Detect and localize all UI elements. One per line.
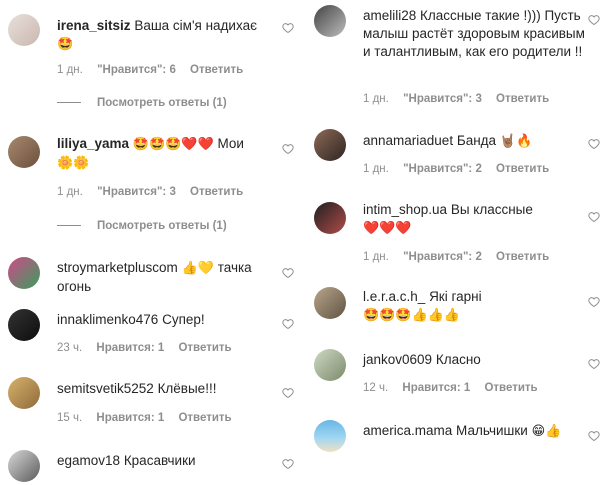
username[interactable]: l.e.r.a.c.h_ <box>363 289 425 304</box>
comment-item: irena_sitsiz Ваша сім'я надихає 🤩 1 дн. … <box>0 0 306 115</box>
emoji: 🤘🏽🔥 <box>499 134 533 149</box>
comment-item: annamariaduet Банда 🤘🏽🔥 1 дн. "Нравится"… <box>306 124 612 184</box>
comment-text: Вы классные <box>450 202 533 217</box>
comment-time[interactable]: 1 дн. <box>363 163 389 175</box>
comment-likes[interactable]: "Нравится": 3 <box>97 186 176 198</box>
comment-item: egamov18 Красавчики <box>0 446 306 485</box>
username[interactable]: intim_shop.ua <box>363 202 447 217</box>
comment-item: jankov0609 Класно 12 ч. Нравится: 1 Отве… <box>306 343 612 403</box>
avatar[interactable] <box>314 129 346 161</box>
comment-text: Супер! <box>162 312 205 327</box>
reply-button[interactable]: Ответить <box>190 186 243 198</box>
username[interactable]: innaklimenko476 <box>57 312 158 327</box>
avatar[interactable] <box>8 257 40 289</box>
comment-likes[interactable]: Нравится: 1 <box>96 412 164 424</box>
divider <box>57 102 81 104</box>
heart-outline-icon[interactable] <box>588 14 600 26</box>
comment-likes[interactable]: "Нравится": 3 <box>403 93 482 105</box>
avatar[interactable] <box>8 377 40 409</box>
view-replies-button[interactable]: Посмотреть ответы (1) <box>57 220 227 232</box>
comment-text: Клёвые!!! <box>157 381 217 396</box>
comment-item: america.mama Мальчишки 😁👍 <box>306 414 612 485</box>
comments-column-right: amelili28 Классные такие !))) Пусть малы… <box>306 0 612 485</box>
comment-likes[interactable]: "Нравится": 6 <box>97 64 176 76</box>
avatar[interactable] <box>314 420 346 452</box>
emoji: 🤩 <box>57 37 74 52</box>
comment-text: Які гарні <box>429 289 482 304</box>
comment-text: Класно <box>435 352 481 367</box>
avatar[interactable] <box>314 349 346 381</box>
comment-item: stroymarketplus­com 👍💛 тачка огонь <box>0 250 306 300</box>
comment-likes[interactable]: Нравится: 1 <box>402 382 470 394</box>
avatar[interactable] <box>8 450 40 482</box>
emoji: 🌼🌼 <box>57 156 90 171</box>
heart-outline-icon[interactable] <box>588 358 600 370</box>
comment-item: innaklimenko476 Супер! 23 ч. Нравится: 1… <box>0 303 306 363</box>
comment-text: Ваша сім'я надихає <box>134 18 257 33</box>
comment-likes[interactable]: "Нравится": 2 <box>403 163 482 175</box>
heart-outline-icon[interactable] <box>282 267 294 279</box>
emoji: 🤩🤩🤩❤️❤️ <box>132 137 214 152</box>
avatar[interactable] <box>314 287 346 319</box>
avatar[interactable] <box>8 309 40 341</box>
username[interactable]: stroymarketplus­com <box>57 260 178 275</box>
comment-text: Банда <box>456 133 500 148</box>
heart-outline-icon[interactable] <box>588 211 600 223</box>
comment-time[interactable]: 1 дн. <box>363 251 389 263</box>
comments-column-left: irena_sitsiz Ваша сім'я надихає 🤩 1 дн. … <box>0 0 306 485</box>
comment-time[interactable]: 1 дн. <box>57 186 83 198</box>
avatar[interactable] <box>314 202 346 234</box>
heart-outline-icon[interactable] <box>282 22 294 34</box>
comment-item: amelili28 Классные такие !))) Пусть малы… <box>306 0 612 115</box>
username[interactable]: america.mama <box>363 423 452 438</box>
username[interactable]: egamov18 <box>57 453 120 468</box>
heart-outline-icon[interactable] <box>282 458 294 470</box>
heart-outline-icon[interactable] <box>588 430 600 442</box>
comment-item: l.e.r.a.c.h_ Які гарні 🤩🤩🤩👍👍👍 <box>306 282 612 337</box>
emoji: 🤩🤩🤩👍👍👍 <box>363 308 461 323</box>
comment-time[interactable]: 12 ч. <box>363 382 388 394</box>
emoji: 😁👍 <box>531 424 562 439</box>
divider <box>57 225 81 227</box>
username[interactable]: liliya_yama <box>57 136 129 151</box>
reply-button[interactable]: Ответить <box>496 251 549 263</box>
view-replies-button[interactable]: Посмотреть ответы (1) <box>57 97 227 109</box>
heart-outline-icon[interactable] <box>282 318 294 330</box>
comment-text: Красавчики <box>123 453 196 468</box>
comment-item: semitsvetik5252 Клёвые!!! 15 ч. Нравится… <box>0 372 306 432</box>
reply-button[interactable]: Ответить <box>178 342 231 354</box>
comment-item: intim_shop.ua Вы классные ❤️❤️❤️ 1 дн. "… <box>306 197 612 272</box>
reply-button[interactable]: Ответить <box>484 382 537 394</box>
reply-button[interactable]: Ответить <box>190 64 243 76</box>
avatar[interactable] <box>8 136 40 168</box>
comment-time[interactable]: 15 ч. <box>57 412 82 424</box>
comment-text: Мои <box>217 136 244 151</box>
heart-outline-icon[interactable] <box>282 387 294 399</box>
comment-likes[interactable]: "Нравится": 2 <box>403 251 482 263</box>
comment-item: liliya_yama 🤩🤩🤩❤️❤️ Мои 🌼🌼 1 дн. "Нравит… <box>0 126 306 241</box>
emoji: 👍💛 <box>181 261 214 276</box>
username[interactable]: jankov0609 <box>363 352 432 367</box>
avatar[interactable] <box>8 14 40 46</box>
comment-time[interactable]: 1 дн. <box>363 93 389 105</box>
avatar[interactable] <box>314 5 346 37</box>
comment-time[interactable]: 23 ч. <box>57 342 82 354</box>
username[interactable]: semitsvetik5252 <box>57 381 154 396</box>
heart-outline-icon[interactable] <box>588 138 600 150</box>
comment-likes[interactable]: Нравится: 1 <box>96 342 164 354</box>
reply-button[interactable]: Ответить <box>496 163 549 175</box>
username[interactable]: irena_sitsiz <box>57 18 131 33</box>
username[interactable]: annamariaduet <box>363 133 453 148</box>
reply-button[interactable]: Ответить <box>178 412 231 424</box>
emoji: ❤️❤️❤️ <box>363 221 412 236</box>
reply-button[interactable]: Ответить <box>496 93 549 105</box>
username[interactable]: amelili28 <box>363 8 416 23</box>
comment-time[interactable]: 1 дн. <box>57 64 83 76</box>
heart-outline-icon[interactable] <box>282 143 294 155</box>
heart-outline-icon[interactable] <box>588 296 600 308</box>
comment-text: Мальчишки <box>456 423 532 438</box>
